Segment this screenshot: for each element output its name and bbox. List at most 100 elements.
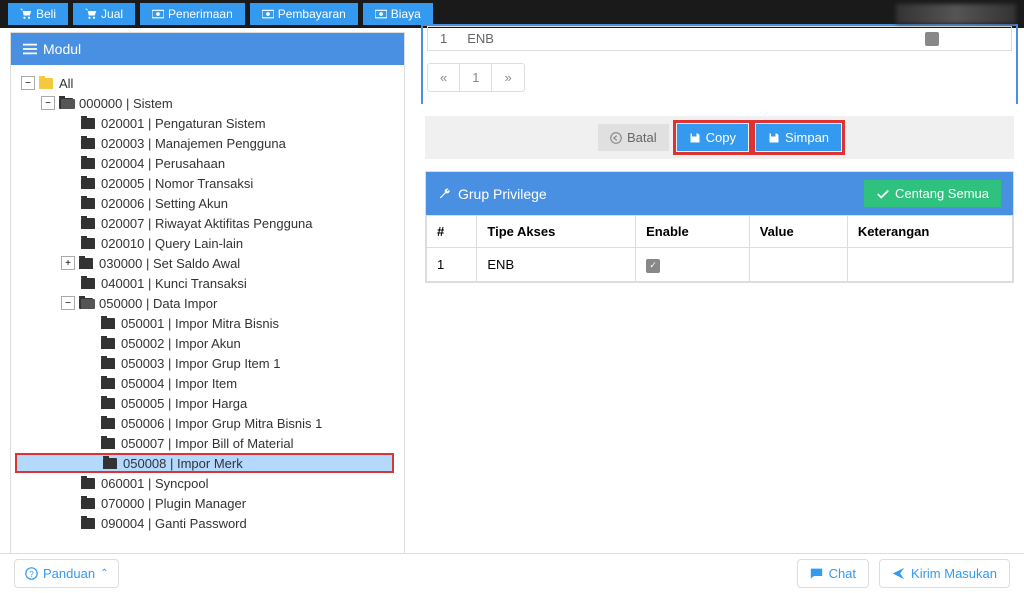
save-icon (768, 132, 780, 144)
folder-icon (81, 238, 95, 249)
modul-panel-header: Modul (11, 33, 404, 65)
biaya-button[interactable]: Biaya (363, 3, 433, 25)
wrench-icon (438, 187, 452, 201)
list-icon (23, 42, 37, 56)
tree-item[interactable]: 050005 | Impor Harga (15, 393, 400, 413)
send-icon (892, 567, 905, 580)
copy-button[interactable]: Copy (677, 124, 748, 151)
table-header-row: # Tipe Akses Enable Value Keterangan (427, 216, 1013, 248)
tree-item[interactable]: 070000 | Plugin Manager (15, 493, 400, 513)
folder-icon (101, 378, 115, 389)
panduan-label: Panduan (43, 566, 95, 581)
beli-label: Beli (36, 7, 56, 21)
folder-icon (81, 518, 95, 529)
th-num: # (427, 216, 477, 248)
jual-button[interactable]: Jual (73, 3, 135, 25)
batal-button[interactable]: Batal (598, 124, 669, 151)
chat-icon (810, 567, 823, 580)
simpan-label: Simpan (785, 130, 829, 145)
centang-semua-button[interactable]: Centang Semua (864, 180, 1001, 207)
folder-icon (81, 178, 95, 189)
penerimaan-label: Penerimaan (168, 7, 233, 21)
tree-item[interactable]: 020003 | Manajemen Pengguna (15, 133, 400, 153)
cart-icon (20, 8, 32, 20)
kirim-masukan-button[interactable]: Kirim Masukan (879, 559, 1010, 588)
pagination-page-1[interactable]: 1 (459, 63, 492, 92)
tree-item[interactable]: 050004 | Impor Item (15, 373, 400, 393)
copy-label: Copy (706, 130, 736, 145)
toggle-icon[interactable]: + (61, 256, 75, 270)
toggle-icon[interactable]: − (61, 296, 75, 310)
pembayaran-button[interactable]: Pembayaran (250, 3, 358, 25)
folder-icon (101, 318, 115, 329)
pagination-prev[interactable]: « (427, 63, 460, 92)
tree-item[interactable]: 060001 | Syncpool (15, 473, 400, 493)
chevron-up-icon: ⌃ (100, 568, 108, 579)
penerimaan-button[interactable]: Penerimaan (140, 3, 245, 25)
simpan-button[interactable]: Simpan (756, 124, 841, 151)
tree-item[interactable]: 020005 | Nomor Transaksi (15, 173, 400, 193)
beli-button[interactable]: Beli (8, 3, 68, 25)
prev-num: 1 (440, 31, 447, 46)
folder-icon (101, 398, 115, 409)
folder-icon (79, 258, 93, 269)
tree-item[interactable]: +030000 | Set Saldo Awal (15, 253, 400, 273)
toggle-icon[interactable]: − (21, 76, 35, 90)
cell-tipe: ENB (477, 248, 636, 282)
folder-icon (81, 198, 95, 209)
folder-icon (81, 218, 95, 229)
tree-item[interactable]: 020004 | Perusahaan (15, 153, 400, 173)
grup-privilege-panel: Grup Privilege Centang Semua # Tipe Akse… (425, 171, 1014, 283)
grup-privilege-header: Grup Privilege Centang Semua (426, 172, 1013, 215)
grup-privilege-title: Grup Privilege (458, 186, 547, 202)
tree-item[interactable]: 020006 | Setting Akun (15, 193, 400, 213)
pagination: « 1 » (427, 63, 1012, 92)
cell-keterangan (847, 248, 1012, 282)
folder-icon (81, 118, 95, 129)
pembayaran-label: Pembayaran (278, 7, 346, 21)
tree-item-selected[interactable]: 050008 | Impor Merk (15, 453, 394, 473)
tree-item[interactable]: 050007 | Impor Bill of Material (15, 433, 400, 453)
checkbox-checked[interactable]: ✓ (646, 259, 660, 273)
save-icon (689, 132, 701, 144)
tree-item[interactable]: 040001 | Kunci Transaksi (15, 273, 400, 293)
folder-icon (81, 158, 95, 169)
tree-item[interactable]: 020007 | Riwayat Aktifitas Pengguna (15, 213, 400, 233)
table-row: 1 ENB ✓ (427, 248, 1013, 282)
folder-icon (103, 458, 117, 469)
th-enable: Enable (636, 216, 750, 248)
folder-open-icon (59, 98, 73, 109)
tree-item[interactable]: −050000 | Data Impor (15, 293, 400, 313)
tree-item[interactable]: 090004 | Ganti Password (15, 513, 400, 533)
centang-semua-label: Centang Semua (895, 186, 989, 201)
tree-item[interactable]: 020001 | Pengaturan Sistem (15, 113, 400, 133)
money-icon (262, 8, 274, 20)
tree-item[interactable]: 050006 | Impor Grup Mitra Bisnis 1 (15, 413, 400, 433)
privilege-table: # Tipe Akses Enable Value Keterangan 1 E… (426, 215, 1013, 282)
module-tree: − All − 000000 | Sistem 020001 | Pengatu… (11, 65, 404, 555)
folder-icon (39, 78, 53, 89)
check-icon (876, 187, 890, 201)
svg-text:?: ? (29, 570, 34, 579)
toggle-icon[interactable]: − (41, 96, 55, 110)
folder-icon (81, 278, 95, 289)
tree-item[interactable]: 020010 | Query Lain-lain (15, 233, 400, 253)
topbar-right-blur (896, 4, 1016, 24)
tree-sistem[interactable]: − 000000 | Sistem (15, 93, 400, 113)
help-icon: ? (25, 567, 38, 580)
folder-icon (81, 498, 95, 509)
tree-item[interactable]: 050002 | Impor Akun (15, 333, 400, 353)
folder-icon (81, 478, 95, 489)
cell-value (749, 248, 847, 282)
pagination-next[interactable]: » (491, 63, 524, 92)
bottombar: ? Panduan ⌃ Chat Kirim Masukan (0, 553, 1024, 593)
folder-open-icon (79, 298, 93, 309)
money-icon (375, 8, 387, 20)
right-panel: 1 ENB « 1 » Batal Copy Simpan (425, 32, 1014, 554)
chat-button[interactable]: Chat (797, 559, 869, 588)
th-value: Value (749, 216, 847, 248)
tree-item[interactable]: 050003 | Impor Grup Item 1 (15, 353, 400, 373)
tree-item[interactable]: 050001 | Impor Mitra Bisnis (15, 313, 400, 333)
tree-all[interactable]: − All (15, 73, 400, 93)
panduan-button[interactable]: ? Panduan ⌃ (14, 559, 119, 588)
